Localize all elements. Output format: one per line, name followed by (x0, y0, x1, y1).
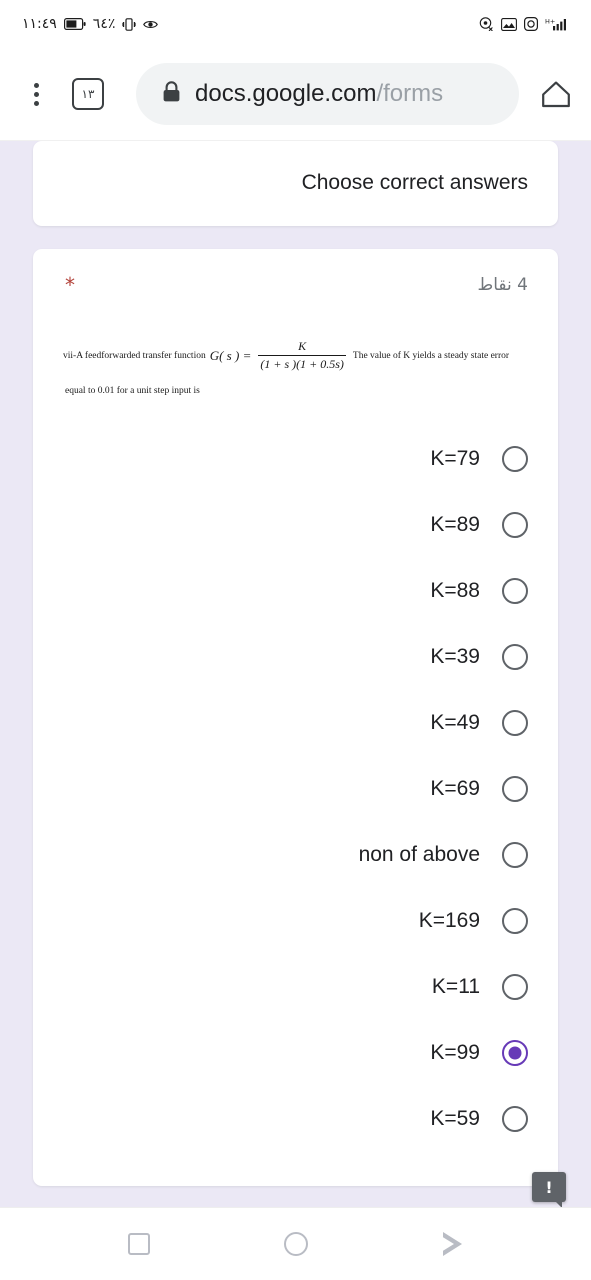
signal-hplus-icon: H+ (545, 17, 569, 31)
radio-button[interactable] (502, 644, 528, 671)
fraction: K (1 + s )(1 + 0.5s) (258, 339, 346, 372)
question-statement-image: vii-A feedforwarded transfer function G(… (63, 339, 528, 396)
square-recents-icon[interactable] (109, 1219, 169, 1269)
option-row[interactable]: K=169 (63, 888, 528, 954)
points-label: 4 نقاط (477, 275, 528, 296)
status-time: ١١:٤٩ (22, 16, 57, 32)
option-label: K=169 (418, 909, 480, 933)
question-meta-row: 4 نقاط * (63, 275, 528, 295)
status-bar-left-group: ١١:٤٩ ٦٤٪ (22, 16, 159, 32)
radio-button[interactable] (502, 578, 528, 605)
required-indicator: * (65, 273, 75, 298)
option-label: K=59 (430, 1107, 480, 1131)
option-row[interactable]: K=69 (63, 756, 528, 822)
statement-suffix: The value of K yields a steady state err… (352, 350, 510, 361)
options-list: K=79 K=89 K=88 K=39 K=49 K=69 non of above K=16… (63, 426, 528, 1152)
more-vert-icon[interactable] (22, 82, 50, 106)
option-row[interactable]: K=49 (63, 690, 528, 756)
radio-button[interactable] (502, 842, 528, 869)
option-row[interactable]: non of above (63, 822, 528, 888)
page-title: Choose correct answers (301, 171, 528, 194)
battery-percent-label: ٦٤٪ (92, 16, 116, 32)
tab-switcher-button[interactable]: ١٣ (72, 78, 104, 110)
camera-icon (524, 17, 538, 31)
triangle-back-icon[interactable] (423, 1219, 483, 1269)
option-label: K=49 (430, 711, 480, 735)
option-row[interactable]: K=59 (63, 1086, 528, 1152)
home-icon[interactable] (539, 77, 573, 111)
option-label: non of above (358, 843, 480, 867)
option-row[interactable]: K=99 (63, 1020, 528, 1086)
battery-icon (63, 18, 86, 30)
fraction-numerator: K (298, 339, 307, 354)
android-navigation-bar (0, 1207, 591, 1280)
option-row[interactable]: K=39 (63, 624, 528, 690)
photo-icon (501, 17, 517, 31)
vibrate-icon (122, 17, 137, 31)
transfer-function-label: G( s ) = (209, 347, 252, 363)
location-off-icon (479, 17, 494, 31)
browser-toolbar: ١٣ docs.google.com/forms (0, 48, 591, 141)
radio-button[interactable] (502, 776, 528, 803)
radio-button[interactable] (502, 512, 528, 539)
form-page-scroll-area[interactable]: Choose correct answers 4 نقاط * vii-A fe… (0, 141, 591, 1207)
radio-button[interactable] (502, 974, 528, 1001)
question-card: 4 نقاط * vii-A feedforwarded transfer fu… (33, 249, 566, 1207)
eye-care-icon (143, 19, 159, 30)
option-row[interactable]: K=79 (63, 426, 528, 492)
circle-home-icon[interactable] (266, 1219, 326, 1269)
form-header-card: Choose correct answers (33, 141, 558, 227)
address-bar[interactable]: docs.google.com/forms (136, 63, 519, 125)
error-tooltip-bubble[interactable]: ! (532, 1172, 566, 1207)
option-label: K=39 (430, 645, 480, 669)
radio-button[interactable] (502, 446, 528, 473)
android-status-bar: ١١:٤٩ ٦٤٪ H+ (0, 0, 591, 48)
option-label: K=79 (430, 447, 480, 471)
option-label: K=89 (430, 513, 480, 537)
radio-button[interactable] (502, 1106, 528, 1133)
fraction-denominator: (1 + s )(1 + 0.5s) (260, 357, 344, 372)
statement-prefix: vii-A feedforwarded transfer function (63, 350, 206, 361)
option-label: K=99 (430, 1041, 480, 1065)
option-label: K=11 (431, 975, 480, 999)
url-domain: docs.google.com (195, 80, 377, 107)
url-text: docs.google.com/forms (195, 80, 443, 108)
radio-button-selected[interactable] (502, 1040, 528, 1067)
question-statement-line2: equal to 0.01 for a unit step input is (65, 386, 200, 397)
tab-count-label: ١٣ (81, 87, 95, 101)
status-bar-right-group: H+ (479, 17, 569, 31)
option-row[interactable]: K=11 (63, 954, 528, 1020)
url-path: /forms (376, 80, 444, 107)
option-label: K=88 (430, 579, 480, 603)
option-label: K=69 (430, 777, 480, 801)
option-row[interactable]: K=89 (63, 492, 528, 558)
lock-icon (162, 80, 181, 108)
radio-button[interactable] (502, 908, 528, 935)
radio-button[interactable] (502, 710, 528, 737)
question-statement-line1: vii-A feedforwarded transfer function G(… (63, 339, 524, 372)
svg-text:H+: H+ (545, 18, 555, 26)
option-row[interactable]: K=88 (63, 558, 528, 624)
